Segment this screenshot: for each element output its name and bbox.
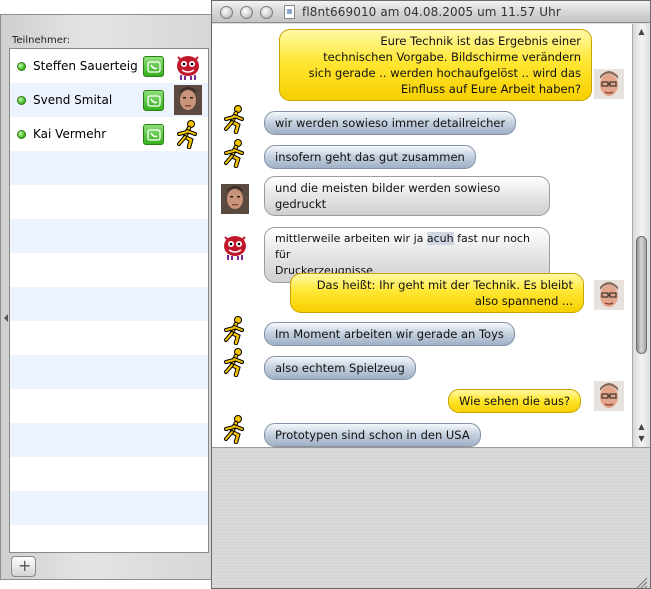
aim-running-man-avatar [220,347,250,378]
transcript-scrollbar[interactable]: ▲ ▲ ▼ [632,24,650,447]
participant-name: Svend Smital [33,93,113,107]
participant-row[interactable]: Kai Vermehr [10,117,208,151]
man-glasses-avatar [594,381,624,411]
online-status-icon [17,130,26,139]
phone-video-icon[interactable] [143,124,164,145]
message-bubble: Prototypen sind schon in den USA [264,423,481,447]
scroll-up-icon[interactable]: ▲ [637,422,646,431]
document-icon [284,5,295,19]
message-text: mittlerweile arbeiten wir ja [275,232,427,245]
message-bubble: wir werden sowieso immer detailreicher [264,111,517,135]
man-photo-avatar [221,184,251,214]
participants-list[interactable]: Steffen Sauerteig Svend Smital Kai Verme… [9,48,209,553]
phone-video-icon[interactable] [143,56,164,77]
purple-monster-avatar [221,231,251,261]
scroll-up-icon[interactable]: ▲ [637,27,646,36]
participant-row[interactable]: Steffen Sauerteig [10,49,208,83]
aim-running-man-avatar [220,138,250,169]
scroll-thumb[interactable] [636,236,647,354]
zoom-icon[interactable] [260,6,273,19]
highlighted-word: acuh [426,232,454,245]
man-glasses-avatar [594,69,624,99]
participant-name: Steffen Sauerteig [33,59,138,73]
online-status-icon [17,96,26,105]
close-icon[interactable] [220,6,233,19]
add-participant-button[interactable]: + [11,556,36,577]
title-bar[interactable]: fl8nt669010 am 04.08.2005 um 11.57 Uhr [212,1,650,23]
message-bubble: Eure Technik ist das Ergebnis einer tech… [279,29,592,101]
aim-running-man-avatar [220,104,250,135]
participant-row[interactable]: Svend Smital [10,83,208,117]
message-bubble: also echtem Spielzeug [264,356,416,380]
participant-name: Kai Vermehr [33,127,107,141]
resize-grip-icon[interactable] [636,574,648,588]
man-glasses-avatar [594,280,624,310]
message-bubble: Das heißt: Ihr geht mit der Technik. Es … [290,273,584,313]
message-bubble: und die meisten bilder werden sowieso ge… [264,176,550,216]
message-input-area[interactable] [212,447,650,588]
chat-transcript[interactable]: Eure Technik ist das Ergebnis einer tech… [212,24,632,447]
purple-monster-avatar [174,51,202,81]
phone-video-icon[interactable] [143,90,164,111]
scroll-down-icon[interactable]: ▼ [637,434,646,443]
drawer-handle-icon[interactable] [4,307,8,322]
message-bubble: Im Moment arbeiten wir gerade an Toys [264,322,515,346]
message-bubble: Wie sehen die aus? [448,389,582,413]
online-status-icon [17,62,26,71]
aim-running-man-avatar [220,315,250,346]
message-bubble: insofern geht das gut zusammen [264,145,476,169]
man-photo-avatar [174,85,202,115]
aim-running-man-avatar [174,119,202,150]
aim-running-man-avatar [220,414,250,445]
plus-icon: + [18,556,32,575]
participants-heading: Teilnehmer: [12,35,71,46]
minimize-icon[interactable] [240,6,253,19]
participants-drawer: Teilnehmer: Steffen Sauerteig Svend Smit… [0,14,214,580]
chat-window: fl8nt669010 am 04.08.2005 um 11.57 Uhr E… [211,0,651,589]
window-title: fl8nt669010 am 04.08.2005 um 11.57 Uhr [302,5,561,19]
